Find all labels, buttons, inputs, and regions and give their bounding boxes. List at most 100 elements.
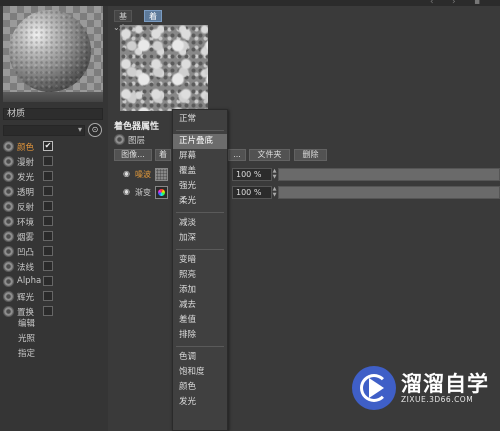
- blend-mode-item[interactable]: 减去: [173, 298, 227, 313]
- channel-row[interactable]: 漫射: [3, 154, 63, 169]
- sub-link-illumination[interactable]: 光照: [18, 332, 35, 344]
- channel-checkbox[interactable]: [43, 276, 53, 286]
- layer-radio[interactable]: [114, 134, 125, 145]
- channel-label[interactable]: 凹凸: [17, 246, 34, 258]
- material-name-field[interactable]: 材质: [3, 108, 103, 120]
- channel-row[interactable]: 透明: [3, 184, 63, 199]
- blend-mode-item[interactable]: 差值: [173, 313, 227, 328]
- channel-checkbox[interactable]: [43, 201, 53, 211]
- channel-radio-icon[interactable]: [3, 261, 14, 272]
- blend-mode-item[interactable]: 照亮: [173, 268, 227, 283]
- shader-button[interactable]: 着: [155, 149, 171, 161]
- sub-link-edit[interactable]: 编辑: [18, 317, 35, 329]
- channel-radio-icon[interactable]: [3, 216, 14, 227]
- blend-mode-item[interactable]: 变暗: [173, 253, 227, 268]
- material-dropdown[interactable]: ▾: [3, 125, 85, 136]
- nav-icon[interactable]: ›: [452, 0, 456, 7]
- blend-mode-menu: 正常正片叠底 屏幕 覆盖 强光 柔光减淡 加深变暗 照亮 添加 减去 差值 排除色调 饱和度 颜色 发光: [172, 109, 228, 431]
- blend-mode-item[interactable]: 色调: [173, 350, 227, 365]
- blend-mode-item[interactable]: 正常: [173, 112, 227, 127]
- blend-mode-item[interactable]: 正片叠底: [173, 134, 227, 149]
- material-preview[interactable]: [3, 6, 103, 102]
- channel-label[interactable]: Alpha: [17, 276, 41, 286]
- chevron-down-icon: ▾: [77, 125, 82, 134]
- tab-basic[interactable]: 基本: [114, 10, 132, 33]
- blend-mode-item[interactable]: 强光: [173, 179, 227, 194]
- channel-radio-icon[interactable]: [3, 201, 14, 212]
- collapse-chevron-icon[interactable]: ⌄: [113, 23, 120, 32]
- channel-radio-icon[interactable]: [3, 276, 14, 287]
- channel-row[interactable]: 烟雾: [3, 229, 63, 244]
- channel-label[interactable]: 漫射: [17, 156, 34, 168]
- channel-label[interactable]: 颜色: [17, 141, 34, 153]
- eyedropper-icon[interactable]: ⊙: [88, 123, 102, 137]
- channel-radio-icon[interactable]: [3, 291, 14, 302]
- channel-checkbox[interactable]: [43, 306, 53, 316]
- channel-radio-icon[interactable]: [3, 306, 14, 317]
- preview-floor: [3, 92, 103, 102]
- channel-checkbox[interactable]: [43, 156, 53, 166]
- channel-row[interactable]: 辉光: [3, 289, 63, 304]
- channel-label[interactable]: 发光: [17, 171, 34, 183]
- channel-row[interactable]: 发光: [3, 169, 63, 184]
- watermark-url: ZIXUE.3D66.COM: [401, 395, 474, 404]
- menu-divider: [176, 346, 224, 347]
- channel-label[interactable]: 法线: [17, 261, 34, 273]
- channel-row[interactable]: 环境: [3, 214, 63, 229]
- folder-button[interactable]: 文件夹: [249, 149, 290, 161]
- watermark-logo-icon: [352, 366, 396, 410]
- channel-label[interactable]: 环境: [17, 216, 34, 228]
- stepper-icon[interactable]: ▲ ▼: [271, 168, 278, 181]
- back-arrow-icon[interactable]: ‹: [430, 0, 434, 7]
- blend-mode-item[interactable]: 发光: [173, 395, 227, 410]
- layer-opacity-slider[interactable]: [278, 168, 500, 181]
- channel-checkbox[interactable]: [43, 171, 53, 181]
- blend-mode-item[interactable]: 饱和度: [173, 365, 227, 380]
- channel-radio-icon[interactable]: [3, 246, 14, 257]
- channel-row[interactable]: 法线: [3, 259, 63, 274]
- tab-shader[interactable]: 着色器: [144, 10, 162, 45]
- channel-checkbox[interactable]: [43, 291, 53, 301]
- channel-radio-icon[interactable]: [3, 141, 14, 152]
- blend-mode-item[interactable]: 覆盖: [173, 164, 227, 179]
- eye-icon[interactable]: ◉: [123, 169, 134, 178]
- channel-radio-icon[interactable]: [3, 231, 14, 242]
- blend-mode-item[interactable]: 加深: [173, 231, 227, 246]
- effect-button[interactable]: ...: [228, 149, 246, 161]
- channel-row[interactable]: 凹凸: [3, 244, 63, 259]
- delete-button[interactable]: 删除: [294, 149, 327, 161]
- blend-mode-item[interactable]: 排除: [173, 328, 227, 343]
- window-menu-icon[interactable]: ▪: [474, 0, 480, 7]
- layer-opacity-slider[interactable]: [278, 186, 500, 199]
- channel-row[interactable]: Alpha: [3, 274, 63, 289]
- blend-mode-item[interactable]: 柔光: [173, 194, 227, 209]
- channel-radio-icon[interactable]: [3, 156, 14, 167]
- channel-checkbox[interactable]: [43, 261, 53, 271]
- channel-checkbox[interactable]: [43, 231, 53, 241]
- blend-mode-item[interactable]: 添加: [173, 283, 227, 298]
- eye-icon[interactable]: ◉: [123, 187, 134, 196]
- blend-mode-item[interactable]: 屏幕: [173, 149, 227, 164]
- menu-divider: [176, 212, 224, 213]
- layer-opacity-field[interactable]: 100 %: [232, 168, 272, 181]
- channel-label[interactable]: 透明: [17, 186, 34, 198]
- channel-label[interactable]: 反射: [17, 201, 34, 213]
- channel-radio-icon[interactable]: [3, 186, 14, 197]
- channel-checkbox[interactable]: [43, 246, 53, 256]
- image-button[interactable]: 图像...: [114, 149, 152, 161]
- channel-row[interactable]: 反射: [3, 199, 63, 214]
- watermark-text: 溜溜自学: [401, 372, 489, 396]
- channel-checkbox[interactable]: [43, 216, 53, 226]
- blend-mode-item[interactable]: 减淡: [173, 216, 227, 231]
- channel-row[interactable]: 颜色 ✔: [3, 139, 63, 154]
- channel-checkbox[interactable]: [43, 186, 53, 196]
- stepper-icon[interactable]: ▲ ▼: [271, 186, 278, 199]
- blend-mode-item[interactable]: 颜色: [173, 380, 227, 395]
- channel-label[interactable]: 烟雾: [17, 231, 34, 243]
- channel-checkbox[interactable]: ✔: [43, 141, 53, 151]
- layer-opacity-field[interactable]: 100 %: [232, 186, 272, 199]
- channel-label[interactable]: 辉光: [17, 291, 34, 303]
- menu-divider: [176, 249, 224, 250]
- sub-link-assign[interactable]: 指定: [18, 347, 35, 359]
- channel-radio-icon[interactable]: [3, 171, 14, 182]
